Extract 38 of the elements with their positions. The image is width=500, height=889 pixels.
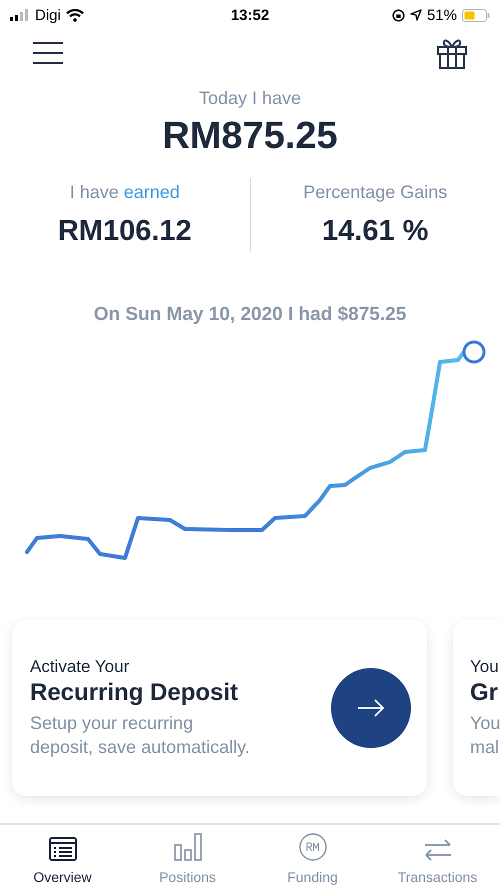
- tab[interactable]: Positions: [125, 825, 250, 889]
- arrow-right-icon: [357, 698, 385, 718]
- card-title: Recurring Deposit: [30, 679, 240, 707]
- clock-time: 13:52: [230, 6, 270, 24]
- tab[interactable]: Funding: [250, 825, 375, 889]
- balance-label: Today I have: [198, 88, 302, 109]
- card-description: deposit, save automatically.: [30, 736, 250, 759]
- stat-value: 14.61 %: [322, 215, 428, 248]
- list-icon: [48, 837, 76, 861]
- bar-chart-icon: [174, 833, 202, 861]
- signal-icon: [10, 9, 30, 21]
- carrier-name: Digi: [35, 6, 61, 24]
- gift-icon[interactable]: [437, 37, 467, 69]
- stat-label: Percentage Gains: [303, 182, 448, 203]
- coin-icon: [298, 833, 326, 861]
- tab[interactable]: Overview: [0, 825, 125, 889]
- swap-arrows-icon: [424, 839, 452, 861]
- card-description: mal: [470, 736, 500, 759]
- promo-card[interactable]: Activate Your Recurring Deposit Setup your recurring deposit, save automatically.: [12, 620, 427, 796]
- wifi-icon: [66, 8, 84, 22]
- stat-value: RM106.12: [58, 215, 192, 248]
- menu-icon[interactable]: [33, 42, 63, 64]
- battery-percent: 51%: [426, 6, 457, 24]
- stat-label: I have: [70, 182, 119, 203]
- location-arrow-icon: [410, 9, 422, 21]
- card-eyebrow: You: [470, 657, 500, 677]
- battery-icon: [462, 8, 490, 22]
- earned-link[interactable]: earned: [124, 182, 180, 203]
- tab[interactable]: Transactions: [375, 825, 500, 889]
- balance-amount: RM875.25: [162, 115, 338, 158]
- card-description: You: [470, 712, 500, 735]
- promo-card[interactable]: You Gr You mal: [453, 620, 500, 796]
- rotation-lock-icon: [392, 8, 405, 22]
- end-point-marker[interactable]: [462, 340, 486, 364]
- card-title: Gr: [470, 679, 500, 707]
- chart-caption: On Sun May 10, 2020 I had $875.25: [92, 304, 408, 326]
- card-description: Setup your recurring: [30, 712, 194, 735]
- card-eyebrow: Activate Your: [30, 657, 130, 677]
